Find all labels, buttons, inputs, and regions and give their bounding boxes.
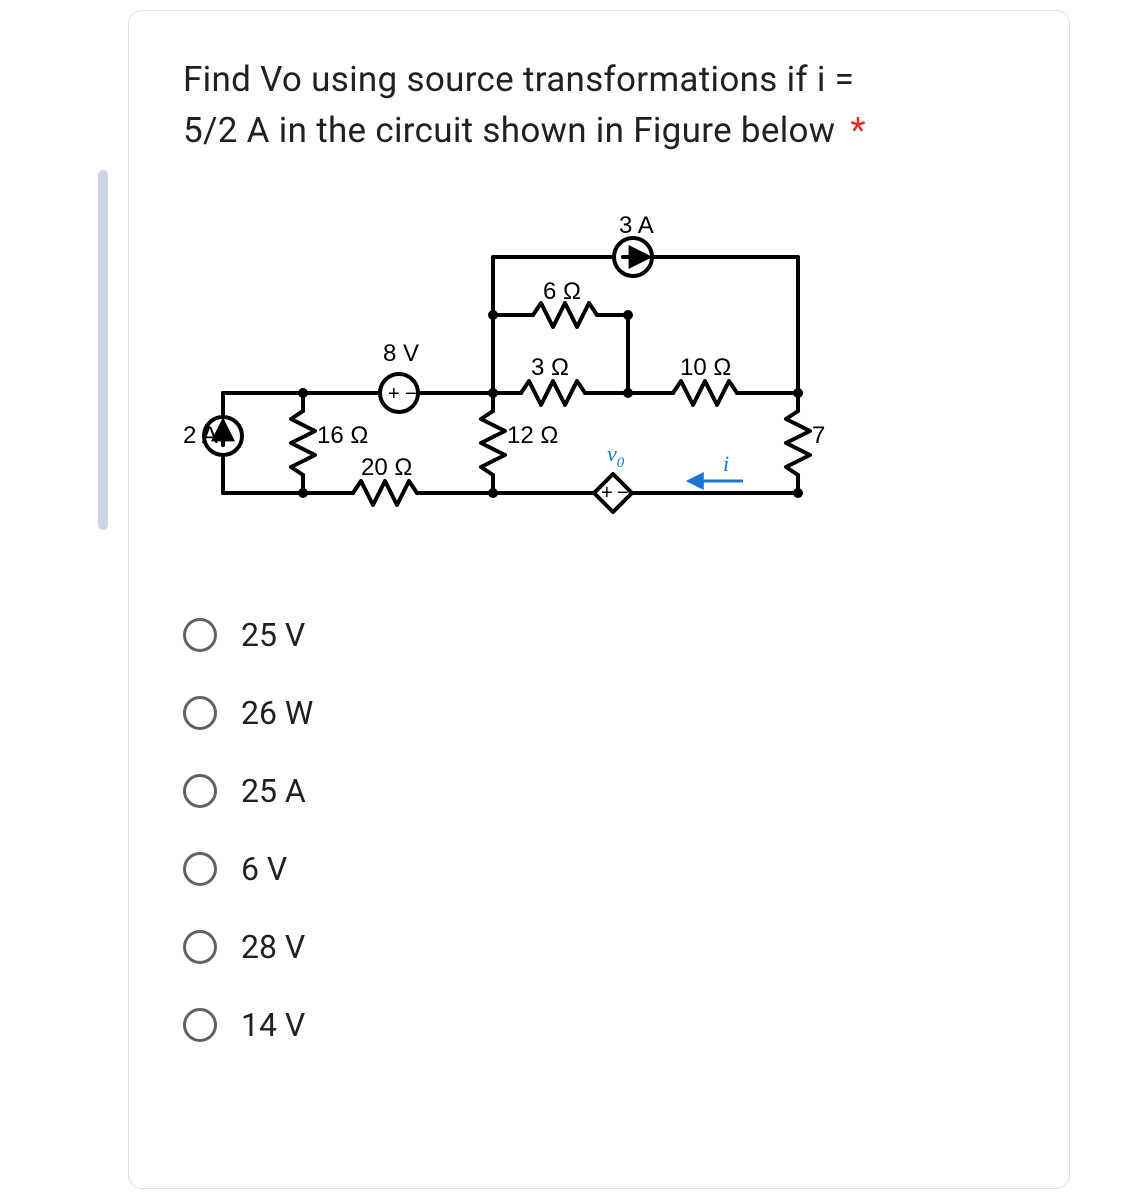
option-5[interactable]: 14 V: [183, 986, 1029, 1064]
radio-icon: [183, 852, 217, 886]
question-card: Find Vo using source transformations if …: [128, 10, 1070, 1189]
question-line1: Find Vo using source transformations if …: [183, 59, 854, 100]
radio-icon: [183, 1008, 217, 1042]
label-vo: v: [607, 441, 617, 466]
option-1[interactable]: 26 W: [183, 674, 1029, 752]
radio-icon: [183, 696, 217, 730]
card-accent: [98, 170, 108, 530]
svg-text:−: −: [405, 383, 417, 405]
option-3[interactable]: 6 V: [183, 830, 1029, 908]
options-group: 25 V 26 W 25 A 6 V 28 V 14 V: [183, 596, 1029, 1064]
option-label: 14 V: [241, 1006, 305, 1044]
option-label: 26 W: [241, 694, 313, 732]
required-mark: *: [850, 110, 865, 151]
label-16ohm: 16 Ω: [317, 422, 368, 449]
svg-text:−: −: [617, 482, 629, 504]
page: Find Vo using source transformations if …: [0, 0, 1125, 1199]
label-2A: 2 A: [183, 422, 218, 449]
radio-icon: [183, 774, 217, 808]
label-7ohm: 7 Ω: [812, 422, 825, 449]
circuit-figure: .wire { stroke:#000; stroke-width:4; fil…: [183, 193, 825, 560]
option-2[interactable]: 25 A: [183, 752, 1029, 830]
radio-icon: [183, 930, 217, 964]
radio-icon: [183, 618, 217, 652]
option-label: 28 V: [241, 928, 305, 966]
option-4[interactable]: 28 V: [183, 908, 1029, 986]
label-10ohm: 10 Ω: [680, 354, 731, 381]
label-3A: 3 A: [619, 212, 654, 239]
option-0[interactable]: 25 V: [183, 596, 1029, 674]
question-line2: 5/2 A in the circuit shown in Figure bel…: [183, 110, 835, 151]
label-12ohm: 12 Ω: [507, 422, 558, 449]
question-text: Find Vo using source transformations if …: [183, 55, 1003, 157]
label-i: i: [723, 451, 729, 476]
option-label: 6 V: [241, 850, 287, 888]
svg-text:+: +: [601, 482, 613, 504]
label-3ohm: 3 Ω: [531, 354, 569, 381]
svg-text:+: +: [388, 383, 400, 405]
label-8V: 8 V: [383, 340, 419, 367]
option-label: 25 A: [241, 772, 306, 810]
label-20ohm: 20 Ω: [361, 454, 412, 481]
label-vo-sub: 0: [617, 455, 625, 471]
svg-text:v0: v0: [607, 441, 625, 471]
option-label: 25 V: [241, 616, 305, 654]
label-6ohm: 6 Ω: [543, 278, 581, 305]
